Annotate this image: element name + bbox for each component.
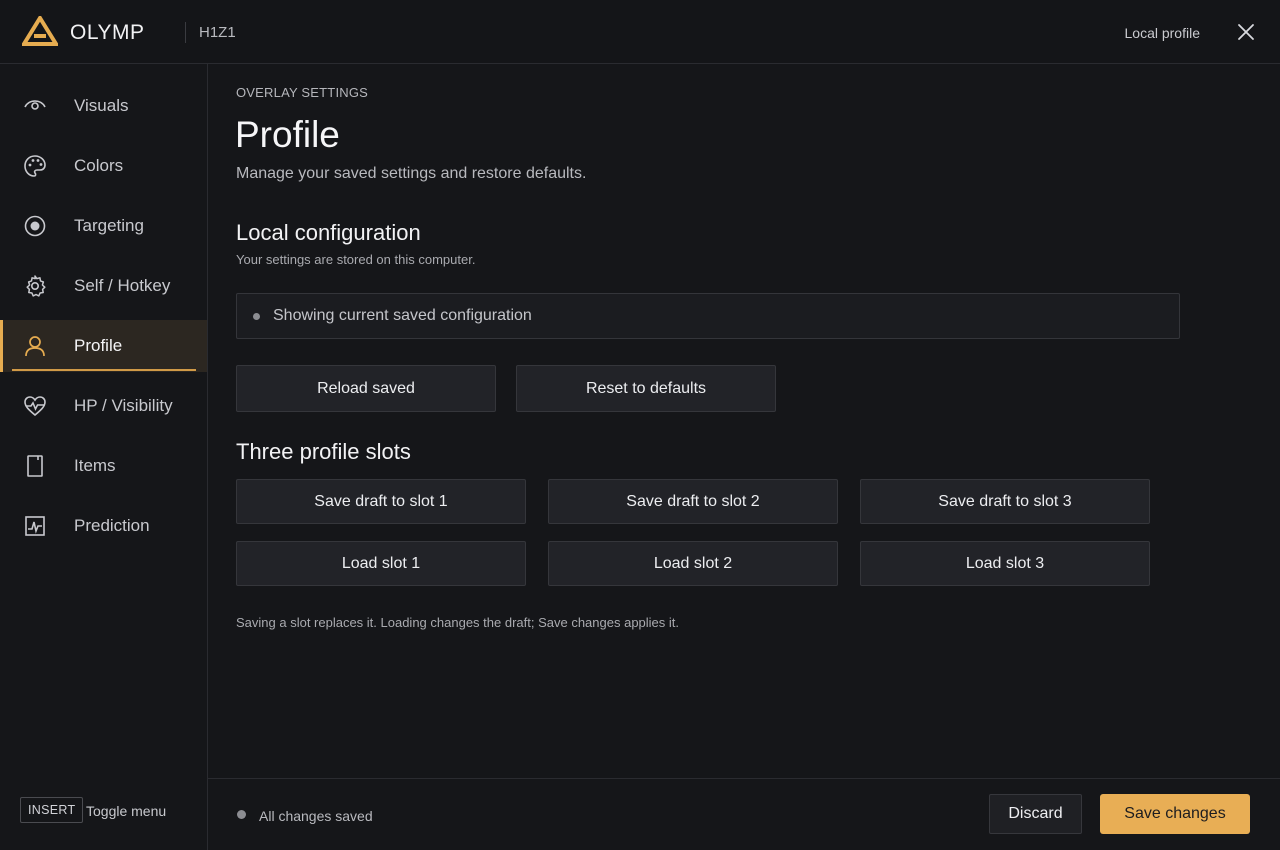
olymp-logo-icon [22, 16, 58, 46]
sidebar-item-label: Prediction [74, 516, 150, 535]
profile-slots-title: Three profile slots [236, 439, 411, 464]
page-subtitle: Manage your saved settings and restore d… [236, 165, 587, 182]
header-divider [185, 22, 186, 43]
save-changes-button[interactable]: Save changes [1100, 794, 1250, 834]
local-config-description: Your settings are stored on this compute… [236, 252, 476, 267]
sidebar-item-self-hotkey[interactable]: Self / Hotkey [0, 260, 207, 312]
reload-saved-button[interactable]: Reload saved [236, 365, 496, 412]
gear-icon [26, 275, 46, 297]
save-slot-1-button[interactable]: Save draft to slot 1 [236, 479, 526, 524]
phone-icon [27, 455, 43, 477]
config-status-text: Showing current saved configuration [273, 307, 532, 324]
status-dot [253, 313, 260, 320]
load-slot-2-button[interactable]: Load slot 2 [548, 541, 838, 586]
save-slot-3-button[interactable]: Save draft to slot 3 [860, 479, 1150, 524]
reset-defaults-button[interactable]: Reset to defaults [516, 365, 776, 412]
sidebar-item-label: Items [74, 456, 116, 475]
game-name: H1Z1 [199, 24, 236, 41]
target-icon [24, 215, 46, 237]
save-slot-2-button[interactable]: Save draft to slot 2 [548, 479, 838, 524]
footer-bar: All changes saved Discard Save changes [208, 778, 1280, 850]
sidebar-item-colors[interactable]: Colors [0, 140, 207, 192]
heart-pulse-icon [24, 396, 46, 417]
sidebar-item-targeting[interactable]: Targeting [0, 200, 207, 252]
sidebar-item-visuals[interactable]: Visuals [0, 80, 207, 132]
local-profile-label: Local profile [1124, 25, 1201, 41]
save-status-text: All changes saved [259, 808, 373, 824]
slots-help-note: Saving a slot replaces it. Loading chang… [236, 615, 680, 630]
sidebar-item-label: Visuals [74, 96, 129, 115]
sidebar-item-profile[interactable]: Profile [0, 320, 207, 372]
sidebar-item-label: HP / Visibility [74, 396, 173, 415]
save-status-dot [237, 810, 246, 819]
load-slot-3-button[interactable]: Load slot 3 [860, 541, 1150, 586]
sidebar-item-label: Profile [74, 336, 123, 355]
discard-button[interactable]: Discard [989, 794, 1082, 834]
local-config-title: Local configuration [236, 220, 421, 245]
toggle-menu-label: Toggle menu [86, 803, 167, 819]
eye-icon [24, 100, 46, 110]
user-icon [25, 336, 45, 357]
chart-pulse-icon [25, 516, 45, 536]
load-slot-1-button[interactable]: Load slot 1 [236, 541, 526, 586]
sidebar-item-label: Self / Hotkey [74, 276, 171, 295]
app-header: OLYMP H1Z1 Local profile [0, 0, 1280, 64]
page-title: Profile [235, 114, 340, 155]
sidebar-item-hp-visibility[interactable]: HP / Visibility [0, 380, 207, 432]
sidebar-item-items[interactable]: Items [0, 440, 207, 492]
sidebar-item-label: Colors [74, 156, 124, 175]
palette-icon [24, 155, 46, 177]
brand-name: OLYMP [70, 21, 145, 44]
close-icon[interactable] [1234, 20, 1258, 44]
config-status-box: Showing current saved configuration [236, 293, 1180, 339]
sidebar-item-label: Targeting [74, 216, 144, 235]
main-content: OVERLAY SETTINGS Profile Manage your sav… [208, 64, 1280, 778]
page-eyebrow: OVERLAY SETTINGS [236, 85, 369, 100]
toggle-menu-key: INSERT [20, 797, 84, 823]
sidebar: Visuals Colors Targeting Self / Hotkey P… [0, 64, 208, 850]
sidebar-item-prediction[interactable]: Prediction [0, 500, 207, 552]
